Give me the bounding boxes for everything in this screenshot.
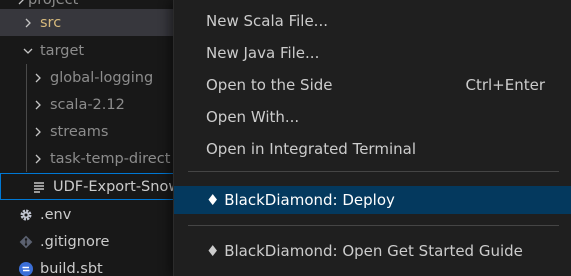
tree-item-label: .gitignore bbox=[40, 233, 110, 250]
tree-item-label: global-logging bbox=[50, 69, 154, 86]
tree-item-label: streams bbox=[50, 123, 109, 140]
menu-item-open-to-the-side[interactable]: Open to the Side Ctrl+Enter bbox=[174, 71, 571, 99]
chevron-right-icon bbox=[31, 73, 45, 83]
tree-item-label: UDF-Export-Snow bbox=[53, 178, 175, 195]
tree-item-scala-2-12[interactable]: scala-2.12 bbox=[0, 91, 175, 118]
chevron-right-icon bbox=[21, 18, 35, 28]
menu-item-label: New Scala File... bbox=[206, 12, 328, 30]
tree-item-streams[interactable]: streams bbox=[0, 118, 175, 145]
tree-item-udf-export[interactable]: UDF-Export-Snow bbox=[0, 173, 175, 200]
menu-item-open-with[interactable]: Open With... bbox=[174, 103, 571, 131]
chevron-right-icon bbox=[31, 127, 45, 137]
tree-item-src[interactable]: src bbox=[0, 9, 175, 36]
menu-item-new-java-file[interactable]: New Java File... bbox=[174, 39, 571, 67]
chevron-down-icon bbox=[21, 46, 35, 56]
tree-item-env[interactable]: .env bbox=[0, 201, 175, 228]
tree-item-label: task-temp-direct bbox=[50, 150, 171, 167]
tree-item-label: .env bbox=[40, 206, 72, 223]
git-icon bbox=[18, 234, 34, 250]
menu-item-open-in-integrated-terminal[interactable]: Open in Integrated Terminal bbox=[174, 135, 571, 163]
tree-item-global-logging[interactable]: global-logging bbox=[0, 64, 175, 91]
context-menu: New Scala File... New Java File... Open … bbox=[173, 0, 571, 276]
menu-item-blackdiamond-get-started[interactable]: ♦ BlackDiamond: Open Get Started Guide bbox=[174, 237, 571, 265]
chevron-right-icon bbox=[31, 154, 45, 164]
tree-item-gitignore[interactable]: .gitignore bbox=[0, 228, 175, 255]
menu-item-label: New Java File... bbox=[206, 44, 320, 62]
menu-separator bbox=[188, 225, 559, 226]
menu-separator bbox=[188, 171, 559, 172]
tree-item-label: target bbox=[40, 42, 85, 59]
sbt-icon bbox=[18, 261, 34, 276]
menu-item-label: Open to the Side bbox=[206, 76, 333, 94]
menu-item-label: ♦ BlackDiamond: Deploy bbox=[206, 191, 395, 209]
tree-item-task-temp-directory[interactable]: task-temp-direct bbox=[0, 145, 175, 172]
menu-item-label: ♦ BlackDiamond: Open Get Started Guide bbox=[206, 242, 523, 260]
menu-item-label: Open With... bbox=[206, 108, 300, 126]
tree-item-target[interactable]: target bbox=[0, 37, 175, 64]
list-file-icon bbox=[31, 179, 47, 195]
menu-item-blackdiamond-deploy[interactable]: ♦ BlackDiamond: Deploy bbox=[174, 186, 571, 214]
menu-item-new-scala-file[interactable]: New Scala File... bbox=[174, 7, 571, 35]
gear-icon bbox=[18, 207, 34, 223]
tree-item-build-sbt[interactable]: build.sbt bbox=[0, 255, 175, 276]
tree-item-label: scala-2.12 bbox=[50, 96, 125, 113]
chevron-right-icon bbox=[31, 100, 45, 110]
tree-item-label: src bbox=[40, 14, 62, 31]
tree-item-label: build.sbt bbox=[40, 260, 103, 276]
explorer-tree: project src target global-logging scala-… bbox=[0, 0, 175, 276]
menu-item-shortcut: Ctrl+Enter bbox=[465, 76, 545, 94]
menu-item-label: Open in Integrated Terminal bbox=[206, 140, 416, 158]
chevron-right-icon bbox=[14, 0, 28, 5]
tree-item-label: project bbox=[28, 0, 78, 8]
